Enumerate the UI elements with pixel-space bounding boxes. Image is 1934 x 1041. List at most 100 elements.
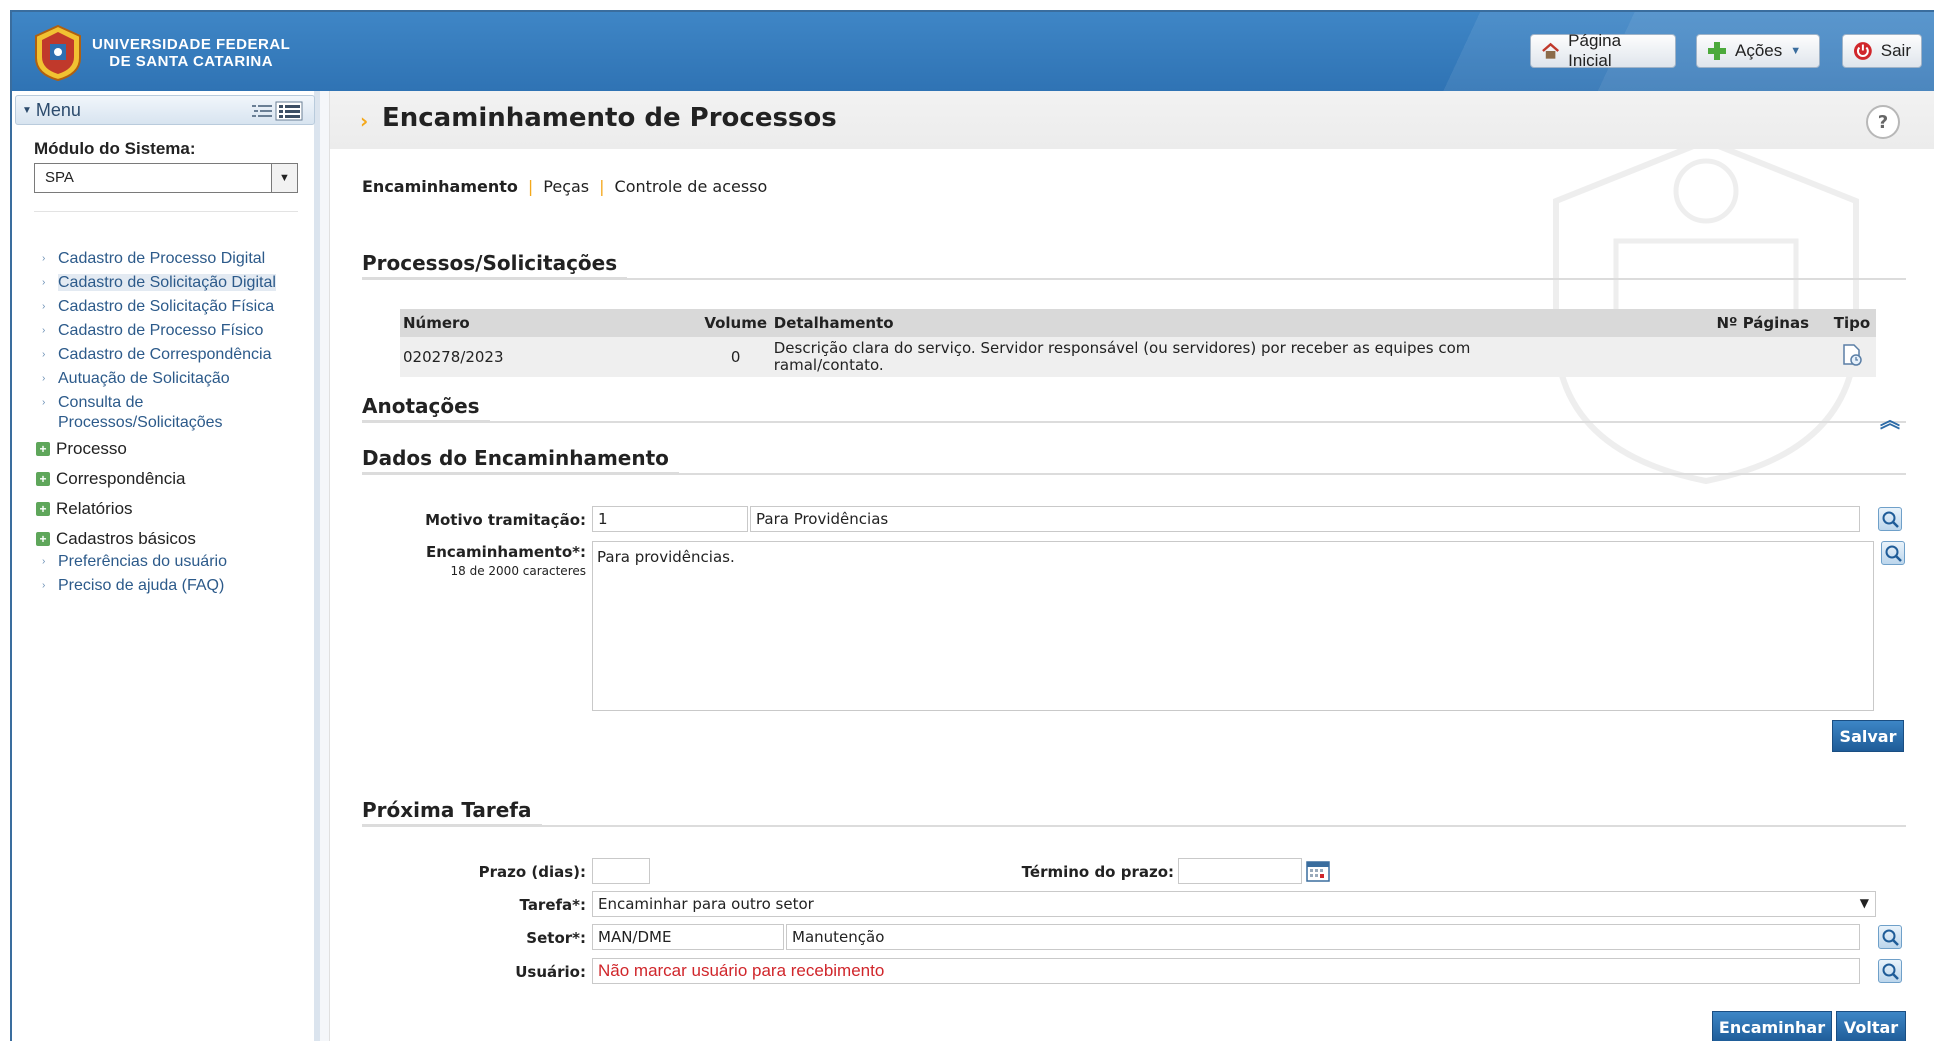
sidebar-link-faq[interactable]: › Preciso de ajuda (FAQ) <box>42 576 312 596</box>
forward-button[interactable]: Encaminhar <box>1712 1011 1832 1041</box>
search-setor-icon[interactable] <box>1878 925 1902 949</box>
section-title: Próxima Tarefa <box>362 798 542 827</box>
usuario-field[interactable]: Não marcar usuário para recebimento <box>592 958 1860 984</box>
link-label: Cadastro de Processo Digital <box>58 250 266 267</box>
section-proxima-tarefa: Próxima Tarefa <box>362 798 1906 827</box>
section-title: Anotações <box>362 394 490 423</box>
motivo-desc-field[interactable]: Para Providências <box>750 506 1860 532</box>
magnifier-icon <box>1882 511 1899 528</box>
brand-line-1: UNIVERSIDADE FEDERAL <box>92 36 291 53</box>
sidebar-nav: › Cadastro de Processo Digital › Cadastro … <box>36 249 312 600</box>
link-label: Cadastro de Correspondência <box>58 346 272 363</box>
group-label: Correspondência <box>56 469 186 488</box>
sidebar-group-cadastros[interactable]: + Cadastros básicos <box>36 528 312 550</box>
link-label: Preciso de ajuda (FAQ) <box>58 577 225 594</box>
link-label: Cadastro de Solicitação Digital <box>58 274 276 291</box>
sidebar-link-processo-digital[interactable]: › Cadastro de Processo Digital <box>42 249 312 269</box>
prazo-field[interactable] <box>592 858 650 884</box>
exit-button[interactable]: Sair <box>1842 34 1922 68</box>
home-button-label: Página Inicial <box>1568 31 1622 70</box>
module-select[interactable]: SPA ▼ <box>34 163 298 193</box>
group-label: Relatórios <box>56 499 133 518</box>
cell-tipo <box>1827 337 1876 377</box>
digital-document-icon[interactable] <box>1841 343 1863 367</box>
menu-toggle[interactable]: ▼ Menu <box>15 95 315 125</box>
search-usuario-icon[interactable] <box>1878 959 1902 983</box>
cell-paginas <box>1697 337 1828 377</box>
sidebar: ▼ Menu Módulo do Sistema: SPA ▼ › Cadastr… <box>12 91 320 1041</box>
calendar-icon[interactable] <box>1306 860 1330 882</box>
chevron-icon: › <box>42 580 46 591</box>
sidebar-link-preferencias[interactable]: › Preferências do usuário <box>42 552 312 572</box>
caret-down-icon: ▼ <box>22 104 32 116</box>
magnifier-icon <box>1882 929 1899 946</box>
menu-label: Menu <box>35 99 81 120</box>
save-button[interactable]: Salvar <box>1832 720 1904 752</box>
section-anotacoes: Anotações <box>362 394 1906 423</box>
actions-button[interactable]: Ações ▼ <box>1696 34 1820 68</box>
col-header-tipo: Tipo <box>1827 309 1876 337</box>
home-button[interactable]: Página Inicial <box>1530 31 1676 70</box>
col-header-volume: Volume <box>700 309 771 337</box>
list-view-icon[interactable] <box>250 101 304 121</box>
section-processos: Processos/Solicitações <box>362 251 1906 280</box>
motivo-code-field[interactable]: 1 <box>592 506 748 532</box>
sidebar-divider <box>34 211 298 212</box>
plus-icon <box>1708 42 1726 60</box>
sidebar-group-processo[interactable]: + Processo <box>36 438 312 460</box>
search-encaminhamento-icon[interactable] <box>1881 541 1905 565</box>
sidebar-splitter[interactable] <box>320 91 330 1041</box>
main-content: › Encaminhamento de Processos ? Encaminh… <box>330 91 1934 1041</box>
chevron-icon: › <box>42 253 46 264</box>
select-arrow-icon: ▼ <box>271 164 297 192</box>
link-label: Autuação de Solicitação <box>58 370 230 387</box>
title-arrow-icon: › <box>360 109 369 133</box>
sidebar-link-solicitacao-digital[interactable]: › Cadastro de Solicitação Digital <box>42 273 312 293</box>
col-header-numero: Número <box>400 309 701 337</box>
cell-volume: 0 <box>700 337 771 377</box>
encaminhamento-textarea[interactable]: Para providências. <box>592 541 1874 711</box>
setor-code-field[interactable]: MAN/DME <box>592 924 784 950</box>
detalhamento-line-1: Descrição clara do serviço. Servidor res… <box>773 339 1471 357</box>
sidebar-link-autuacao[interactable]: › Autuação de Solicitação <box>42 369 312 389</box>
sidebar-group-correspondencia[interactable]: + Correspondência <box>36 468 312 490</box>
help-icon[interactable]: ? <box>1866 105 1900 139</box>
module-label: Módulo do Sistema: <box>34 139 196 158</box>
sidebar-link-correspondencia[interactable]: › Cadastro de Correspondência <box>42 345 312 365</box>
collapse-up-icon[interactable]: ︽ <box>1880 404 1900 433</box>
chevron-icon: › <box>42 325 46 336</box>
back-button[interactable]: Voltar <box>1836 1011 1906 1041</box>
sidebar-link-solicitacao-fisica[interactable]: › Cadastro de Solicitação Física <box>42 297 312 317</box>
setor-label: Setor*: <box>526 929 586 947</box>
tarefa-select[interactable]: Encaminhar para outro setor ▼ <box>592 891 1876 917</box>
expand-plus-icon: + <box>36 442 50 456</box>
tab-controle-acesso[interactable]: Controle de acesso <box>605 177 778 196</box>
tab-bar: Encaminhamento | Peças | Controle de ace… <box>362 177 777 196</box>
tab-encaminhamento[interactable]: Encaminhamento <box>362 177 528 196</box>
sidebar-link-consulta[interactable]: › Consulta de Processos/Solicitações <box>42 393 242 433</box>
group-label: Cadastros básicos <box>56 529 196 548</box>
search-motivo-icon[interactable] <box>1878 507 1902 531</box>
processos-table: Número Volume Detalhamento Nº Páginas Ti… <box>400 309 1876 377</box>
char-counter: 18 de 2000 caracteres <box>450 564 586 578</box>
termino-field[interactable] <box>1178 858 1302 884</box>
link-label: Preferências do usuário <box>58 553 227 570</box>
expand-plus-icon: + <box>36 472 50 486</box>
power-icon <box>1853 42 1872 60</box>
sidebar-group-relatorios[interactable]: + Relatórios <box>36 498 312 520</box>
expand-plus-icon: + <box>36 532 50 546</box>
tab-pecas[interactable]: Peças <box>533 177 599 196</box>
chevron-icon: › <box>42 397 46 408</box>
motivo-label: Motivo tramitação: <box>425 511 586 529</box>
page-title: Encaminhamento de Processos <box>382 103 837 133</box>
setor-desc-field[interactable]: Manutenção <box>786 924 1860 950</box>
exit-button-label: Sair <box>1880 41 1911 60</box>
sidebar-link-processo-fisico[interactable]: › Cadastro de Processo Físico <box>42 321 312 341</box>
table-row[interactable]: 020278/2023 0 Descrição clara do serviço… <box>400 337 1876 377</box>
page-titlebar: › Encaminhamento de Processos ? <box>330 91 1934 149</box>
brand-line-2: DE SANTA CATARINA <box>109 53 274 70</box>
app-frame: UNIVERSIDADE FEDERAL DE SANTA CATARINA P… <box>10 10 1934 1041</box>
section-title: Dados do Encaminhamento <box>362 446 679 475</box>
usuario-label: Usuário: <box>515 963 586 981</box>
top-header: UNIVERSIDADE FEDERAL DE SANTA CATARINA P… <box>12 12 1934 91</box>
